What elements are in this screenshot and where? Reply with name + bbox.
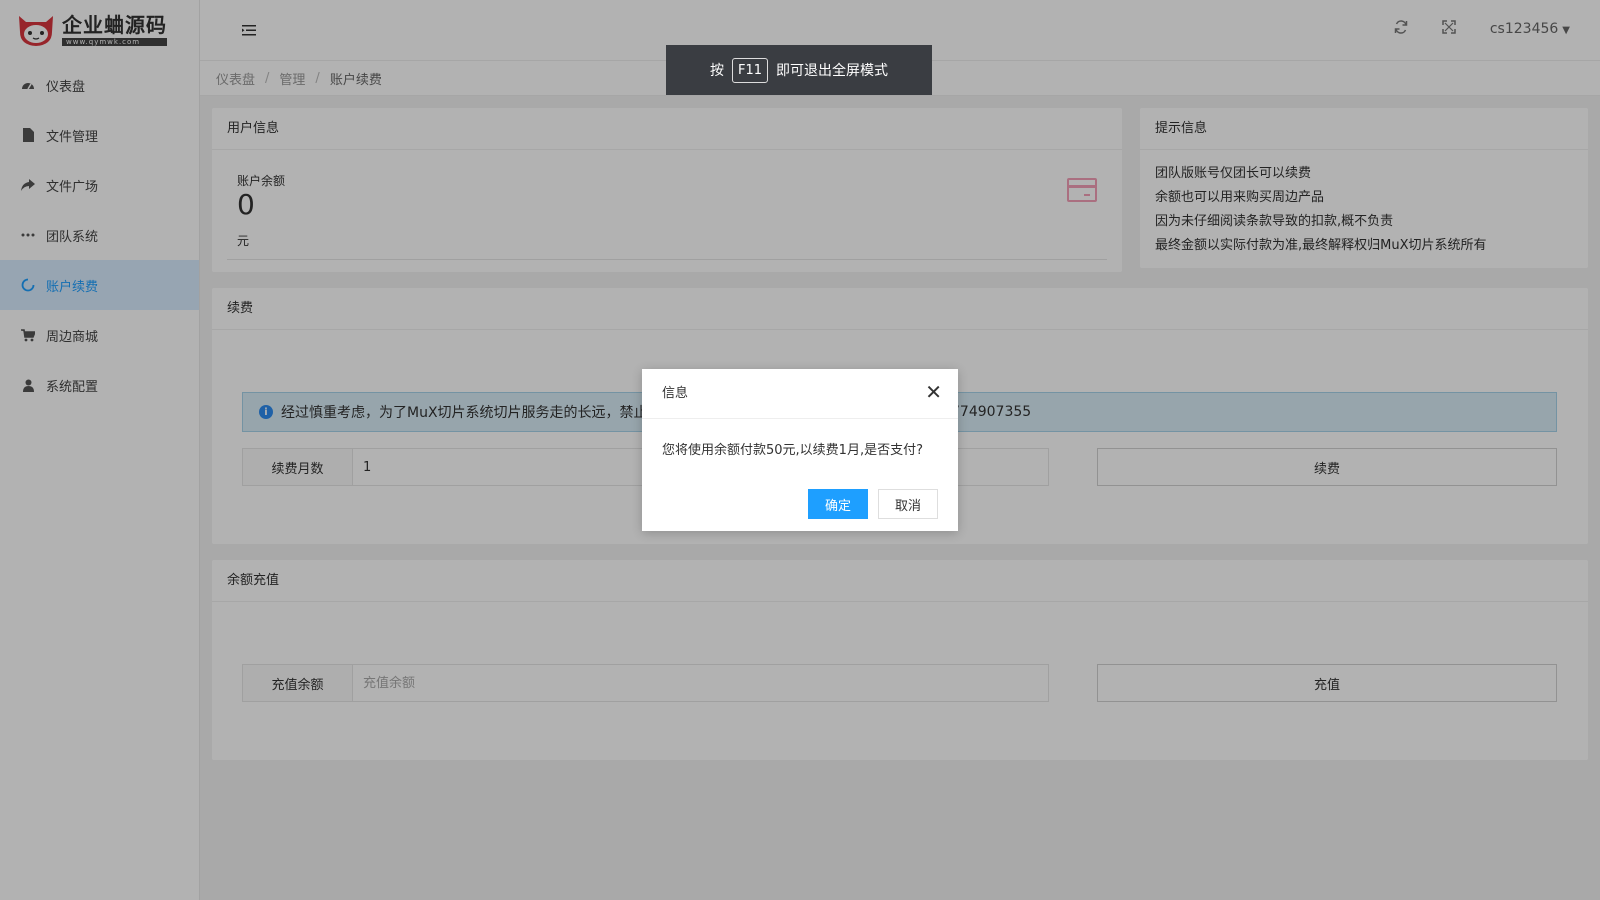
dialog-title: 信息 [642, 369, 958, 419]
close-icon[interactable]: ✕ [925, 382, 942, 402]
dialog-message: 您将使用余额付款50元,以续费1月,是否支付? [662, 443, 923, 458]
hint-key: F11 [731, 57, 769, 83]
confirm-dialog: 信息 ✕ 您将使用余额付款50元,以续费1月,是否支付? 确定 取消 [642, 369, 958, 531]
fullscreen-hint-toast: 按 F11 即可退出全屏模式 [666, 45, 932, 95]
cancel-button[interactable]: 取消 [878, 489, 938, 519]
hint-suffix: 即可退出全屏模式 [776, 63, 889, 79]
hint-prefix: 按 [709, 63, 724, 79]
confirm-button[interactable]: 确定 [808, 489, 868, 519]
